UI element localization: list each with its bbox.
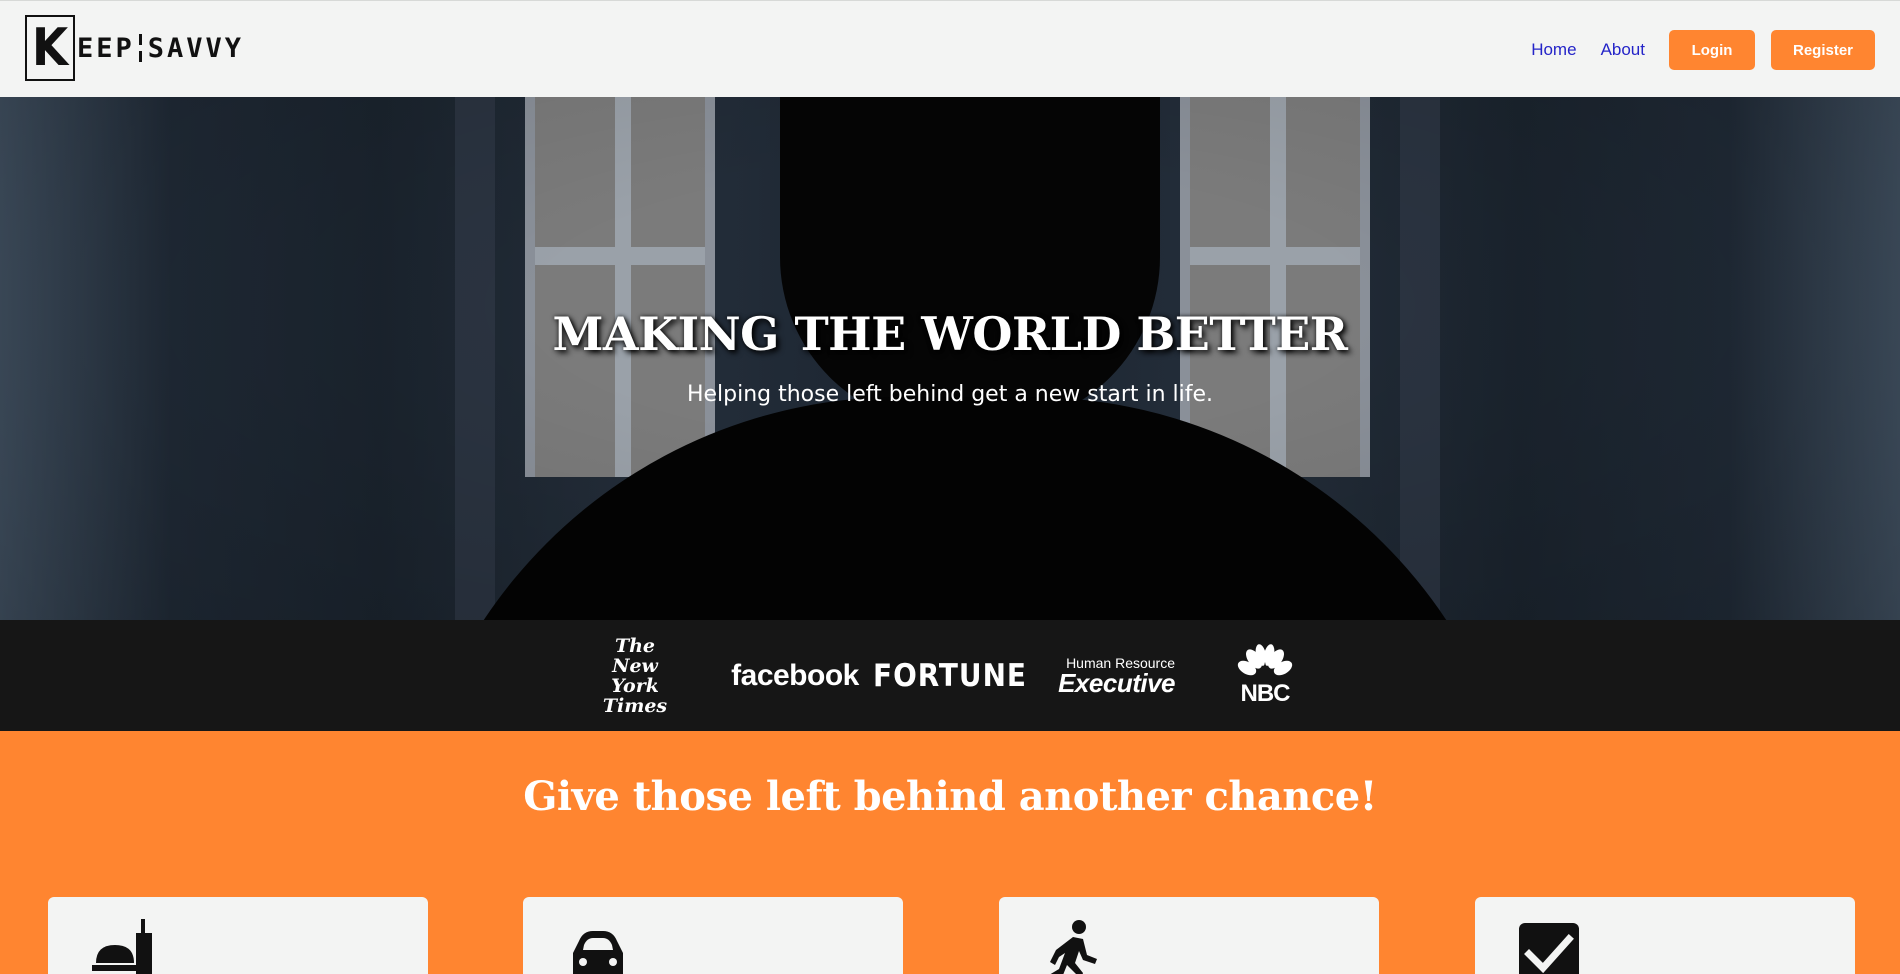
logo-initial: K — [25, 15, 75, 81]
press-logos-band: The New York Times facebook FORTUNE Huma… — [0, 620, 1900, 731]
main-nav: Home About Login Register — [1531, 30, 1875, 70]
site-logo[interactable]: K EEP SAVVY — [25, 15, 244, 81]
site-header: K EEP SAVVY Home About Login Register — [0, 0, 1900, 97]
checkbox-icon — [1519, 923, 1579, 974]
nbc-peacock-icon — [1237, 643, 1293, 678]
cta-section: Give those left behind another chance! — [0, 731, 1900, 974]
car-icon — [573, 931, 623, 974]
facebook-logo: facebook — [731, 658, 859, 692]
food-icon — [92, 919, 152, 974]
logo-separator — [138, 34, 142, 62]
hero-title: MAKING THE WORLD BETTER — [552, 307, 1348, 361]
feature-card[interactable] — [1475, 897, 1855, 974]
nyt-logo: The New York Times — [602, 634, 668, 717]
hero-subtitle: Helping those left behind get a new star… — [686, 382, 1214, 407]
login-button[interactable]: Login — [1669, 30, 1755, 70]
feature-card[interactable] — [999, 897, 1379, 974]
register-button[interactable]: Register — [1771, 30, 1875, 70]
walking-person-icon — [1050, 920, 1097, 974]
nbc-logo: NBC — [1230, 620, 1300, 731]
cta-title: Give those left behind another chance! — [523, 773, 1377, 820]
logo-text-part2: SAVVY — [147, 32, 245, 64]
fortune-logo: FORTUNE — [873, 657, 1027, 694]
hero-banner: MAKING THE WORLD BETTER Helping those le… — [0, 97, 1900, 620]
feature-card[interactable] — [523, 897, 903, 974]
hr-executive-logo: Human Resource Executive — [1058, 654, 1175, 698]
feature-card[interactable] — [48, 897, 428, 974]
nav-about-link[interactable]: About — [1601, 40, 1645, 60]
logo-text-part1: EEP — [77, 32, 135, 64]
nav-home-link[interactable]: Home — [1531, 40, 1576, 60]
